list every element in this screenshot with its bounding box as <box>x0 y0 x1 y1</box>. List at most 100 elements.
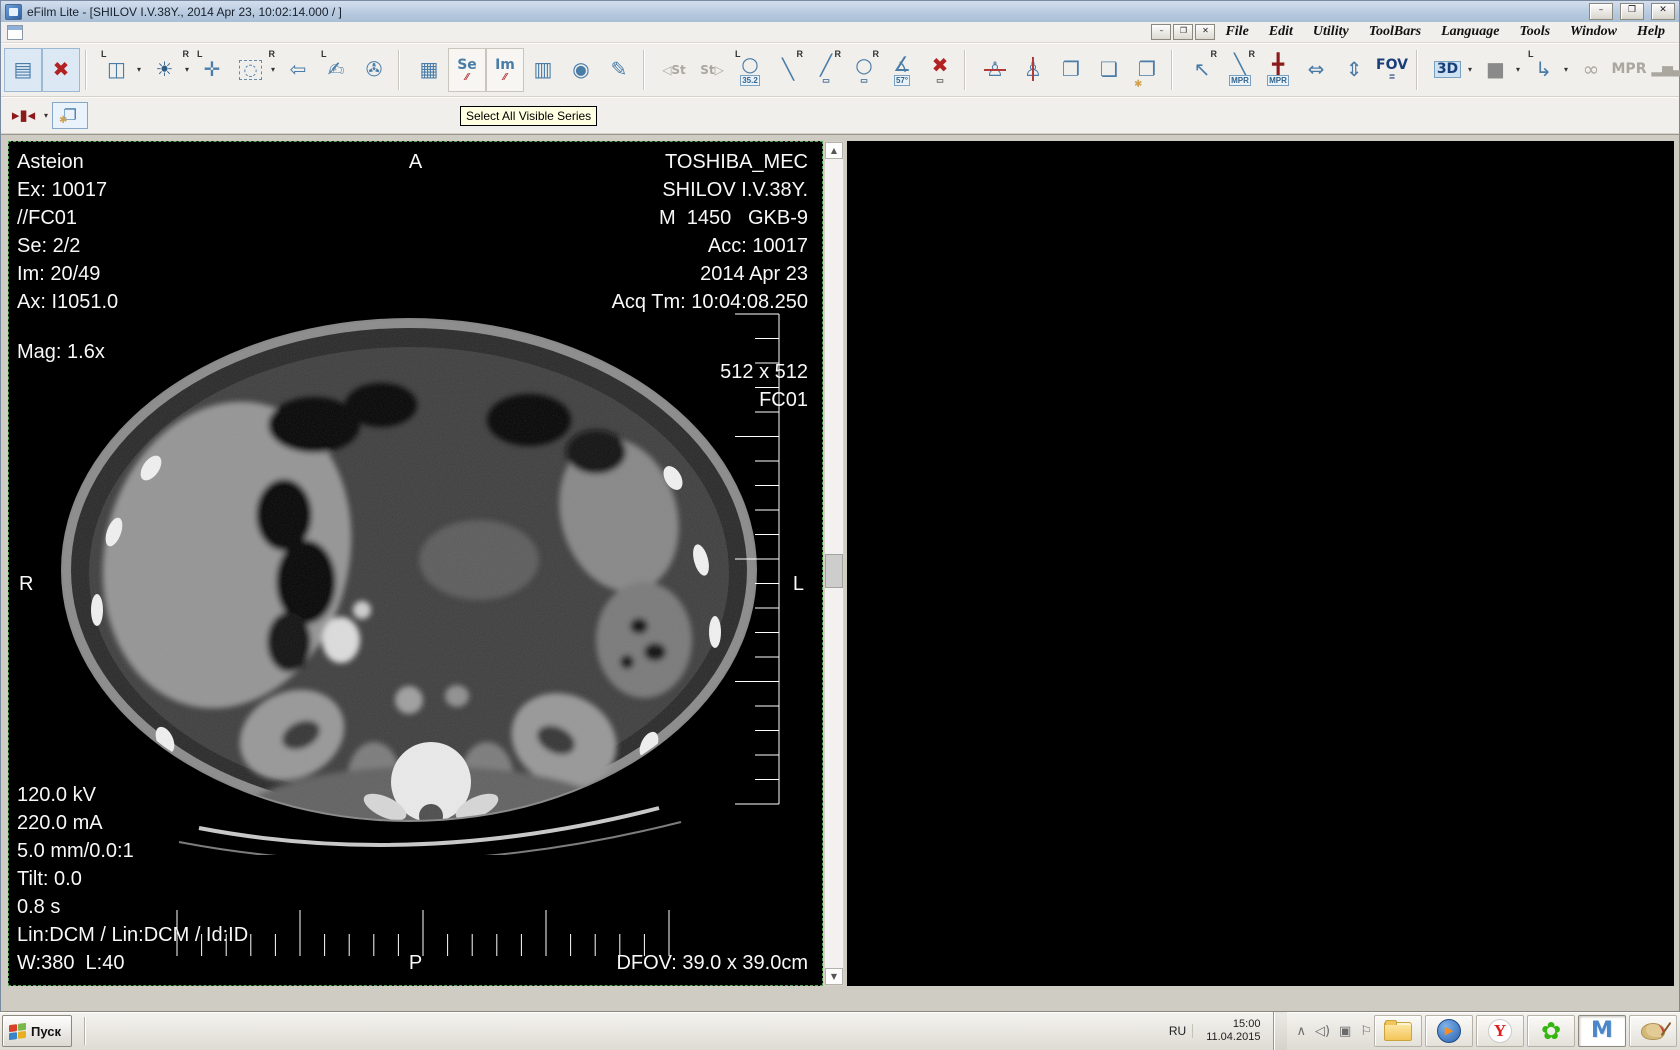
dropdown-caret-icon[interactable] <box>185 65 193 74</box>
region-select-icon[interactable]: ■ <box>1476 48 1524 92</box>
empty-viewport-cell[interactable] <box>847 141 1674 986</box>
overlay-line: SHILOV I.V.38Y. <box>662 179 808 201</box>
line-measure-icon[interactable]: R ╲ <box>769 48 807 92</box>
view-report-icon[interactable]: ◉ <box>562 48 600 92</box>
menu-item[interactable]: Language <box>1431 24 1509 40</box>
window-level-icon[interactable]: R ☀ <box>145 48 193 92</box>
previous-view-icon[interactable]: ⇦ <box>279 48 317 92</box>
zoom-icon[interactable]: R ◌ <box>231 48 279 92</box>
taskbar-explorer-button[interactable] <box>1374 1015 1422 1047</box>
mpr-cross-icon[interactable]: ╋ MPR <box>1259 48 1297 92</box>
fov-icon[interactable]: FOV = <box>1373 48 1411 92</box>
toolbar-separator[interactable] <box>85 49 94 90</box>
scroll-up-icon[interactable]: ▲ <box>825 142 843 159</box>
clock-date: 11.04.2015 <box>1206 1031 1261 1043</box>
toolbar-separator[interactable] <box>643 49 652 90</box>
overlay-line: M 1450 GKB-9 <box>659 207 808 229</box>
angle-measure-icon[interactable]: ∡ 57° <box>883 48 921 92</box>
edit-report-icon[interactable]: ✎ <box>600 48 638 92</box>
taskbar-yandex-button[interactable]: Y <box>1476 1015 1524 1047</box>
mdi-document-icon[interactable] <box>7 24 23 40</box>
close-study-icon[interactable]: ✖ <box>42 47 80 92</box>
show-desktop-button[interactable] <box>1273 1012 1288 1050</box>
menu-item[interactable]: Edit <box>1259 24 1303 40</box>
orientation-axial-icon[interactable]: ♙ <box>1014 48 1052 92</box>
stereo-glasses-icon[interactable]: ∞ <box>1572 48 1610 92</box>
previous-study-icon[interactable]: ◁St <box>655 48 693 92</box>
taskbar-icq-button[interactable]: ✿ <box>1527 1015 1575 1047</box>
overlay-line: //FC01 <box>17 207 78 229</box>
dropdown-caret-icon[interactable] <box>1516 65 1524 74</box>
next-study-icon[interactable]: St▷ <box>693 48 731 92</box>
dropdown-caret-icon[interactable] <box>137 65 145 74</box>
stack-images-icon[interactable]: L ◫ <box>97 48 145 92</box>
menu-item[interactable]: Window <box>1560 24 1627 40</box>
dropdown-caret-icon[interactable] <box>1564 65 1572 74</box>
dropdown-caret-icon[interactable] <box>271 65 279 74</box>
annotation-icon[interactable]: L ✍ <box>317 48 355 92</box>
image-scrollbar[interactable]: ▲ ▼ <box>824 141 844 986</box>
scroll-down-icon[interactable]: ▼ <box>825 968 843 985</box>
toolbar-separator[interactable] <box>964 49 973 90</box>
toolbar-separator[interactable] <box>398 49 407 90</box>
overlay-line: Asteion <box>17 151 84 173</box>
volume-3d-icon[interactable]: 3D <box>1428 48 1476 92</box>
ruler-icon[interactable]: R ╱ ▭ <box>807 48 845 92</box>
menu-item[interactable]: ToolBars <box>1359 24 1431 40</box>
overlay-line: Ex: 10017 <box>17 179 108 201</box>
taskbar-m-app-button[interactable]: M <box>1578 1015 1626 1047</box>
link-series-icon[interactable]: ❐ <box>1052 48 1090 92</box>
windows-logo-icon <box>9 1022 26 1040</box>
toolbar-main: ▤ ✖ L ◫ ▾ R ☀ ▾ L ✛ R ◌ ▾ ⇦ L ✍ ✇ ▦ Se ⁄… <box>1 43 1680 97</box>
open-study-icon[interactable]: ▤ <box>4 47 42 92</box>
probe-icon[interactable]: L ○ 35.2 <box>731 48 769 92</box>
tray-expand-icon[interactable]: ∧ <box>1296 1024 1306 1039</box>
mpr-line-icon[interactable]: R ╲ MPR <box>1221 48 1259 92</box>
language-indicator[interactable]: RU <box>1169 1024 1194 1038</box>
compare-studies-icon[interactable]: ▸▮◂ <box>4 102 52 129</box>
cursor-3d-icon[interactable]: R ↖ <box>1183 48 1221 92</box>
menu-item[interactable]: Help <box>1627 24 1675 40</box>
taskbar-paint-button[interactable] <box>1629 1015 1677 1047</box>
tray-flag-icon[interactable]: ⚐ <box>1360 1024 1372 1039</box>
pan-icon[interactable]: L ✛ <box>193 48 231 92</box>
start-button[interactable]: Пуск <box>2 1015 72 1047</box>
histogram-icon[interactable]: ▂▅▃ <box>1648 48 1680 92</box>
ellipse-roi-icon[interactable]: R ○ ▭ <box>845 48 883 92</box>
toolbar-separator[interactable] <box>1416 49 1425 90</box>
mdi-close-button[interactable]: ✕ <box>1195 24 1216 40</box>
menu-item[interactable]: File <box>1215 24 1258 40</box>
menu-item[interactable]: Tools <box>1509 24 1560 40</box>
cine-icon[interactable]: ✇ <box>355 48 393 92</box>
flip-vertical-icon[interactable]: ⇕ <box>1335 48 1373 92</box>
scroll-series-icon[interactable]: ❐ <box>1128 48 1166 92</box>
report-icon[interactable]: ▥ <box>524 48 562 92</box>
orientation-cube-icon[interactable]: L ↳ <box>1524 48 1572 92</box>
propagate-images-icon[interactable]: ❏ <box>1090 48 1128 92</box>
mdi-restore-button[interactable]: ❐ <box>1173 24 1194 40</box>
minimize-button[interactable]: – <box>1589 3 1613 20</box>
menu-item[interactable]: Utility <box>1303 24 1359 40</box>
orientation-coronal-icon[interactable]: ♙ <box>976 48 1014 92</box>
toolbar-secondary: ▸▮◂ ❐ <box>1 97 1679 134</box>
mdi-minimize-button[interactable]: – <box>1151 24 1172 40</box>
tray-network-icon[interactable]: ▣ <box>1339 1024 1351 1039</box>
close-button[interactable]: ✕ <box>1651 3 1675 20</box>
delete-measurements-icon[interactable]: ✖ ▭ <box>921 48 959 92</box>
image-viewport[interactable]: Asteion Ex: 10017 //FC01 Se: 2/2 Im: 20/… <box>8 141 823 986</box>
dropdown-caret-icon[interactable] <box>1468 65 1476 74</box>
tray-volume-icon[interactable]: ◁) <box>1315 1024 1330 1039</box>
select-all-series-icon[interactable]: ❐ <box>52 101 88 129</box>
overlay-top-left: Asteion Ex: 10017 //FC01 Se: 2/2 Im: 20/… <box>17 148 118 316</box>
taskbar-media-player-button[interactable]: ▶ <box>1425 1015 1473 1047</box>
dropdown-caret-icon[interactable] <box>44 111 52 120</box>
toolbar-separator[interactable] <box>1171 49 1180 90</box>
mpr-mode-icon[interactable]: MPR <box>1610 48 1648 92</box>
layout-grid-icon[interactable]: ▦ <box>410 48 448 92</box>
image-layout-icon[interactable]: Im ⁄⁄ <box>486 47 524 92</box>
restore-button[interactable]: ❐ <box>1620 3 1644 20</box>
scrollbar-thumb[interactable] <box>825 554 843 588</box>
series-layout-icon[interactable]: Se ⁄⁄ <box>448 47 486 92</box>
flip-horizontal-icon[interactable]: ⇔ <box>1297 48 1335 92</box>
taskbar-clock[interactable]: 15:00 11.04.2015 <box>1202 1018 1264 1044</box>
